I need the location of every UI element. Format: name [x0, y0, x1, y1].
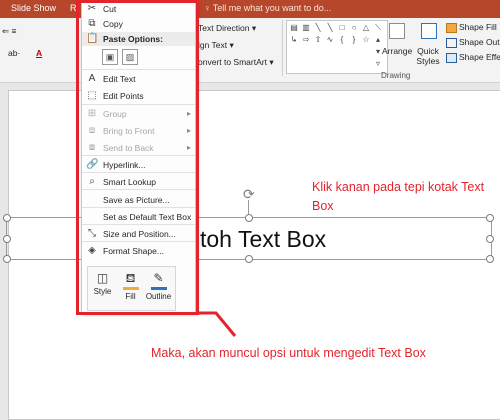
menu-item-size-and-position[interactable]: ⤡ Size and Position... — [82, 226, 195, 242]
edit-points-icon: ⬚ — [87, 90, 97, 101]
paste-picture-icon[interactable]: ▨ — [122, 49, 138, 65]
menu-separator — [82, 224, 195, 225]
menu-separator — [82, 207, 195, 208]
menu-item-label: Format Shape... — [103, 246, 164, 256]
scissors-icon: ✂ — [87, 3, 97, 14]
paste-options-header: 📋 Paste Options: — [82, 32, 195, 46]
pen-icon: ✎ — [153, 271, 164, 285]
menu-item-label: Edit Text — [103, 74, 136, 84]
menu-item-edit-points[interactable]: ⬚ Edit Points — [82, 88, 195, 104]
menu-item-label: Save as Picture... — [103, 195, 170, 205]
menu-separator — [82, 69, 195, 70]
fill-label: Fill — [125, 292, 136, 301]
size-position-icon: ⤡ — [88, 228, 96, 239]
menu-separator — [82, 172, 195, 173]
menu-item-label: Send to Back — [103, 143, 154, 153]
menu-item-label: Copy — [103, 19, 123, 29]
format-shape-icon: ◈ — [88, 245, 96, 256]
menu-item-save-as-picture[interactable]: Save as Picture... — [82, 192, 195, 208]
menu-item-label: Edit Points — [103, 91, 144, 101]
menu-separator — [82, 155, 195, 156]
menu-separator — [82, 104, 195, 105]
menu-item-format-shape[interactable]: ◈ Format Shape... — [82, 243, 195, 259]
menu-item-smart-lookup[interactable]: ⌕ Smart Lookup — [82, 174, 195, 190]
menu-separator — [82, 189, 195, 190]
shape-style-icon: ◫ — [96, 271, 109, 285]
menu-item-edit-text[interactable]: A Edit Text — [82, 71, 195, 87]
style-button[interactable]: ◫ Style — [89, 269, 116, 307]
context-menu: ✂ Cut ⧉ Copy 📋 Paste Options: ▣ ▨ A Edit… — [81, 0, 196, 313]
edit-text-icon: A — [88, 73, 96, 84]
outline-color-bar — [150, 287, 167, 290]
paste-keep-formatting-icon[interactable]: ▣ — [102, 49, 118, 65]
menu-item-group[interactable]: ⊞ Group ▸ — [82, 106, 195, 122]
menu-item-label: Size and Position... — [103, 229, 176, 239]
paste-options-label: Paste Options: — [103, 34, 163, 44]
submenu-arrow-icon: ▸ — [186, 109, 191, 118]
outline-label: Outline — [145, 292, 172, 301]
style-label: Style — [93, 287, 112, 296]
menu-item-label: Set as Default Text Box — [103, 212, 192, 222]
submenu-arrow-icon: ▸ — [186, 143, 191, 152]
clipboard-icon: 📋 — [86, 33, 99, 44]
mini-toolbar: ◫ Style ⛾ Fill ✎ Outline — [87, 266, 176, 311]
menu-item-cut[interactable]: ✂ Cut — [82, 1, 195, 17]
menu-item-label: Cut — [103, 4, 117, 14]
outline-button[interactable]: ✎ Outline — [145, 269, 172, 307]
search-icon: ⌕ — [89, 176, 95, 187]
fill-color-bar — [122, 287, 139, 290]
menu-item-send-to-back[interactable]: ⧇ Send to Back ▸ — [82, 140, 195, 156]
bring-to-front-icon: ⧈ — [88, 125, 96, 136]
copy-icon: ⧉ — [88, 18, 96, 29]
menu-item-label: Group — [103, 109, 127, 119]
menu-item-label: Hyperlink... — [103, 160, 146, 170]
fill-button[interactable]: ⛾ Fill — [117, 269, 144, 307]
menu-item-bring-to-front[interactable]: ⧈ Bring to Front ▸ — [82, 123, 195, 139]
send-to-back-icon: ⧇ — [88, 142, 96, 153]
menu-item-set-default-text-box[interactable]: Set as Default Text Box — [82, 209, 195, 225]
menu-item-copy[interactable]: ⧉ Copy — [82, 16, 195, 32]
menu-item-label: Bring to Front — [103, 126, 155, 136]
paint-bucket-icon: ⛾ — [125, 271, 136, 285]
menu-separator — [82, 241, 195, 242]
submenu-arrow-icon: ▸ — [186, 126, 191, 135]
hyperlink-icon: 🔗 — [86, 159, 99, 170]
callout-pointer — [199, 311, 237, 337]
menu-item-hyperlink[interactable]: 🔗 Hyperlink... — [82, 157, 195, 173]
menu-item-label: Smart Lookup — [103, 177, 156, 187]
group-icon: ⊞ — [87, 108, 97, 119]
